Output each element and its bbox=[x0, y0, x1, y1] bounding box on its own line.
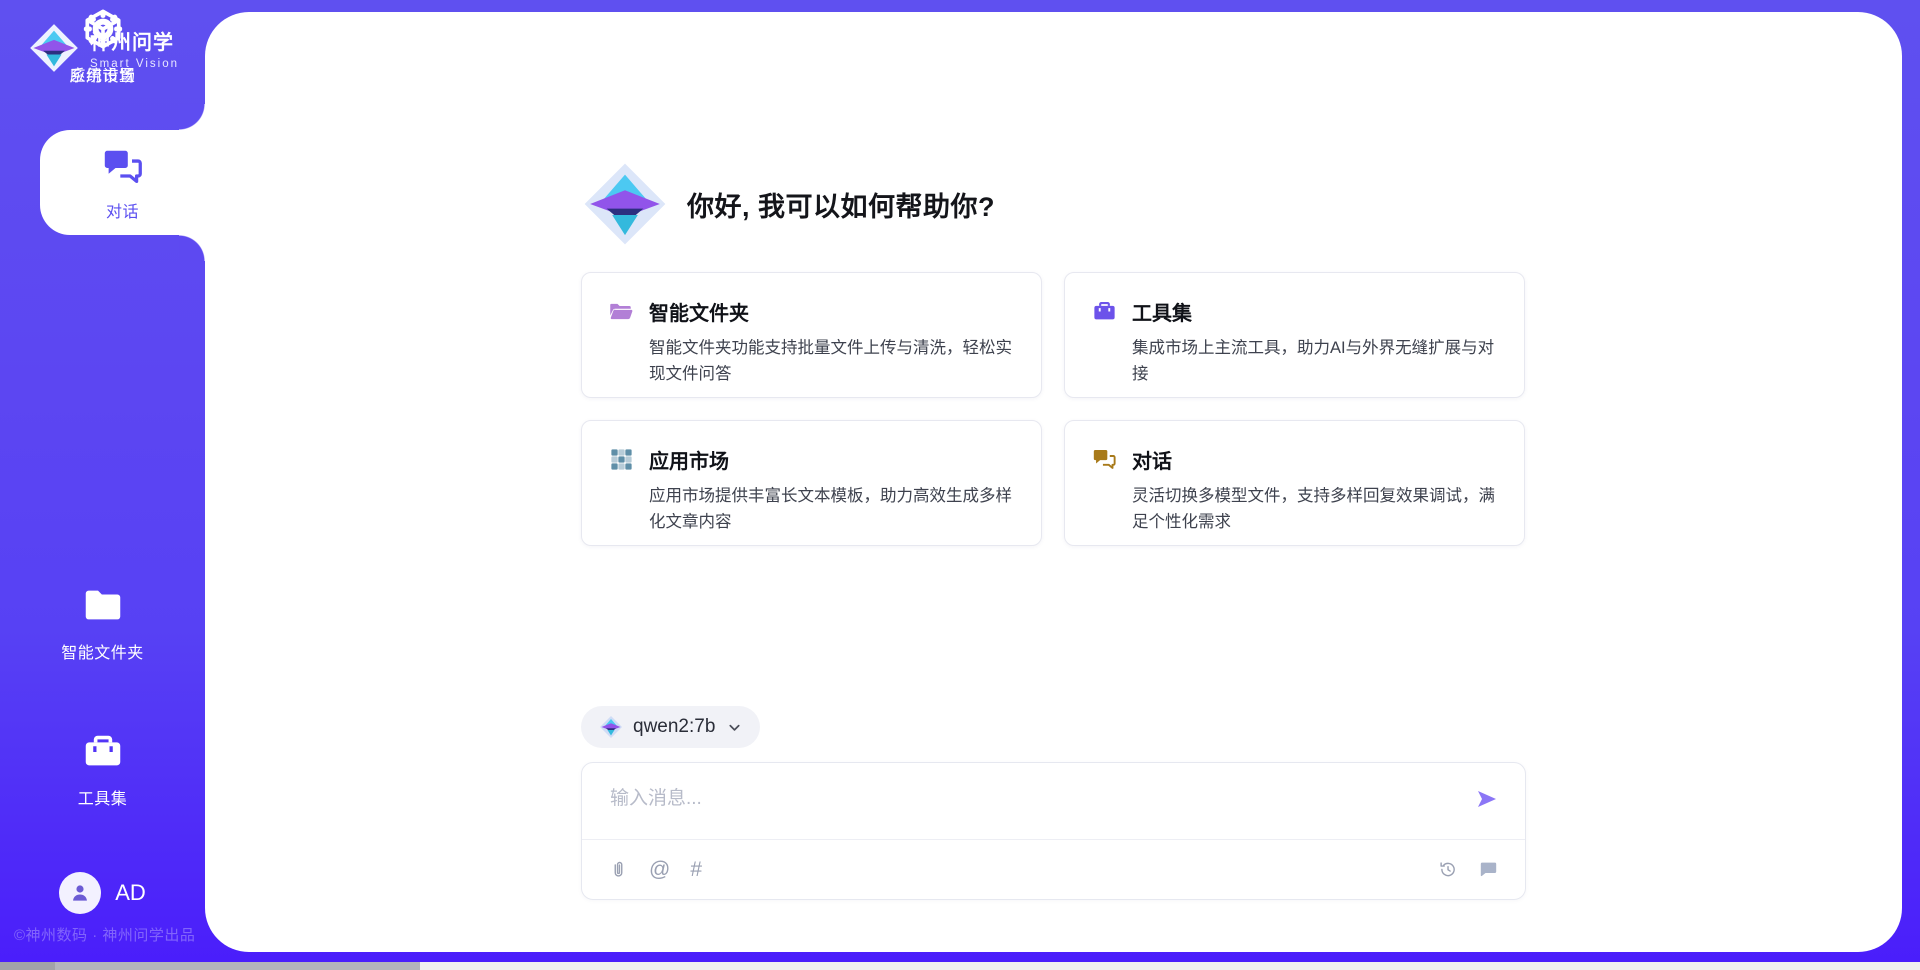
card-smart-folder[interactable]: 智能文件夹 智能文件夹功能支持批量文件上传与清洗，轻松实现文件问答 bbox=[581, 272, 1042, 398]
scrollbar-thumb[interactable] bbox=[55, 962, 420, 970]
chat-bubbles-icon bbox=[1091, 446, 1118, 473]
model-selector[interactable]: qwen2:7b bbox=[581, 706, 760, 748]
gear-icon bbox=[80, 6, 126, 52]
sidebar-item-label: 智能文件夹 bbox=[61, 639, 144, 663]
card-app-market[interactable]: 应用市场 应用市场提供丰富长文本模板，助力高效生成多样化文章内容 bbox=[581, 420, 1042, 546]
message-input[interactable] bbox=[610, 783, 1445, 831]
card-text: 应用市场 应用市场提供丰富长文本模板，助力高效生成多样化文章内容 bbox=[649, 445, 1015, 535]
horizontal-scrollbar[interactable] bbox=[0, 962, 1920, 970]
card-toolset[interactable]: 工具集 集成市场上主流工具，助力AI与外界无缝扩展与对接 bbox=[1064, 272, 1525, 398]
card-title: 对话 bbox=[1132, 445, 1498, 474]
message-icon[interactable] bbox=[1478, 859, 1499, 880]
card-title: 应用市场 bbox=[649, 445, 1015, 474]
sidebar-item-label: 对话 bbox=[106, 198, 139, 222]
sidebar-item-label: 工具集 bbox=[78, 785, 128, 809]
grid-cube-icon bbox=[608, 446, 635, 473]
history-icon[interactable] bbox=[1437, 859, 1458, 880]
greeting-block: 你好, 我可以如何帮助你? bbox=[581, 12, 1526, 248]
greeting-title: 你好, 我可以如何帮助你? bbox=[687, 185, 995, 224]
composer-toolbar: @ # bbox=[608, 839, 1499, 899]
person-icon bbox=[67, 880, 93, 906]
sidebar-item-label: 系统设置 bbox=[69, 62, 135, 86]
avatar bbox=[59, 872, 101, 914]
card-title: 工具集 bbox=[1132, 297, 1498, 326]
sidebar: 神州问学 Smart Vision 对话 智能文件夹 工具集 bbox=[0, 0, 205, 970]
content-column: 你好, 我可以如何帮助你? 智能文件夹 智能文件夹功能支持批量文件上传与清洗，轻… bbox=[581, 12, 1526, 900]
message-composer: @ # bbox=[581, 762, 1526, 900]
app: 你好, 我可以如何帮助你? 智能文件夹 智能文件夹功能支持批量文件上传与清洗，轻… bbox=[0, 0, 1920, 970]
card-text: 工具集 集成市场上主流工具，助力AI与外界无缝扩展与对接 bbox=[1132, 297, 1498, 387]
sidebar-item-settings[interactable]: 系统设置 bbox=[0, 0, 205, 92]
model-name: qwen2:7b bbox=[633, 716, 715, 738]
card-text: 对话 灵活切换多模型文件，支持多样回复效果调试，满足个性化需求 bbox=[1132, 445, 1498, 535]
sidebar-item-chat[interactable]: 对话 bbox=[40, 130, 205, 235]
card-chat[interactable]: 对话 灵活切换多模型文件，支持多样回复效果调试，满足个性化需求 bbox=[1064, 420, 1525, 546]
send-icon bbox=[1475, 787, 1499, 811]
chevron-down-icon bbox=[727, 720, 742, 735]
composer-left-tools: @ # bbox=[608, 859, 702, 880]
card-description: 应用市场提供丰富长文本模板，助力高效生成多样化文章内容 bbox=[649, 484, 1015, 535]
composer-right-tools bbox=[1437, 859, 1499, 880]
paperclip-icon[interactable] bbox=[608, 859, 629, 880]
brand-diamond-icon bbox=[599, 715, 623, 739]
send-button[interactable] bbox=[1475, 787, 1499, 811]
folder-open-icon bbox=[608, 298, 635, 325]
scrollbar-corner bbox=[0, 962, 55, 970]
copyright-footer: ©神州数码 · 神州问学出品 bbox=[14, 924, 195, 945]
toolbox-icon bbox=[80, 729, 126, 775]
hashtag-icon[interactable]: # bbox=[690, 859, 702, 880]
chat-bubbles-icon bbox=[100, 144, 146, 190]
card-text: 智能文件夹 智能文件夹功能支持批量文件上传与清洗，轻松实现文件问答 bbox=[649, 297, 1015, 387]
model-selector-row: qwen2:7b bbox=[581, 706, 1526, 748]
brand-diamond-logo bbox=[581, 160, 669, 248]
card-description: 智能文件夹功能支持批量文件上传与清洗，轻松实现文件问答 bbox=[649, 336, 1015, 387]
folder-icon bbox=[80, 583, 126, 629]
at-sign-icon[interactable]: @ bbox=[649, 859, 670, 880]
main-content-panel: 你好, 我可以如何帮助你? 智能文件夹 智能文件夹功能支持批量文件上传与清洗，轻… bbox=[205, 12, 1902, 952]
sidebar-item-smart-folder[interactable]: 智能文件夹 bbox=[0, 577, 205, 669]
card-title: 智能文件夹 bbox=[649, 297, 1015, 326]
user-account[interactable]: AD bbox=[0, 872, 205, 914]
user-initials: AD bbox=[115, 880, 146, 906]
card-description: 集成市场上主流工具，助力AI与外界无缝扩展与对接 bbox=[1132, 336, 1498, 387]
feature-cards: 智能文件夹 智能文件夹功能支持批量文件上传与清洗，轻松实现文件问答 工具集 集成… bbox=[581, 272, 1526, 546]
toolbox-icon bbox=[1091, 298, 1118, 325]
card-description: 灵活切换多模型文件，支持多样回复效果调试，满足个性化需求 bbox=[1132, 484, 1498, 535]
sidebar-item-toolset[interactable]: 工具集 bbox=[0, 723, 205, 815]
